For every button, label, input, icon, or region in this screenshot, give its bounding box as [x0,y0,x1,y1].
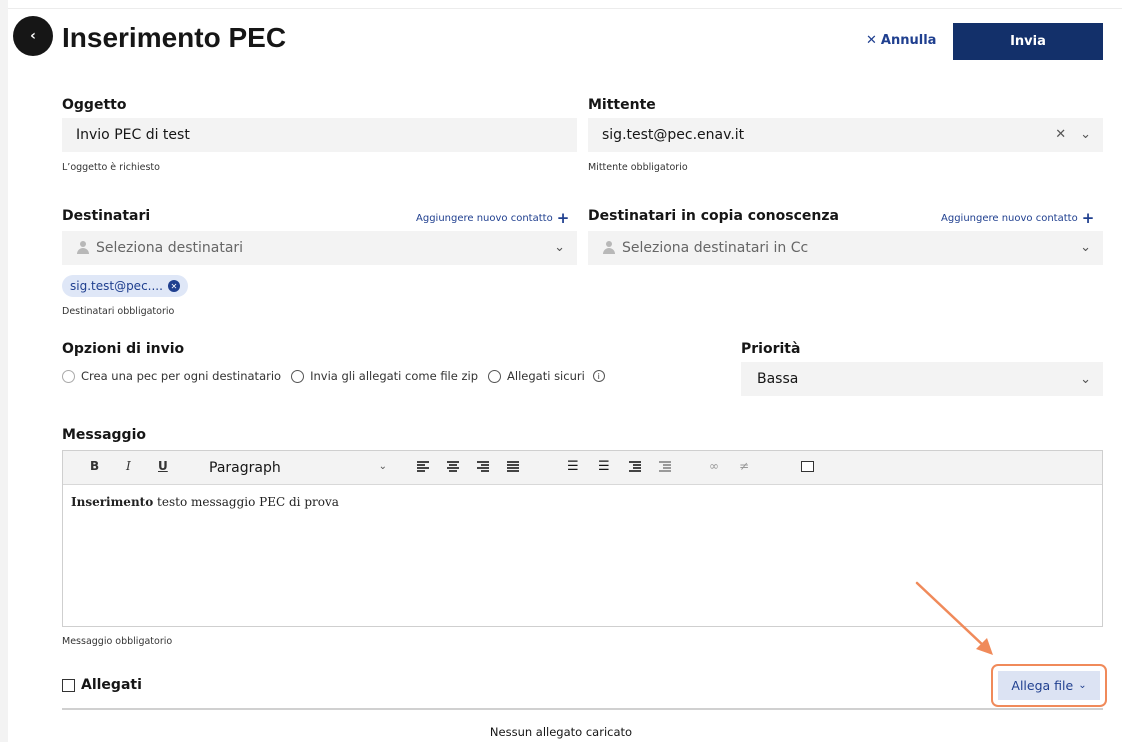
no-attachments-text: Nessun allegato caricato [489,725,633,739]
indent-icon[interactable] [629,461,641,472]
priorita-value: Bassa [757,371,799,387]
attach-file-button[interactable]: Allega file ⌄ [998,671,1100,700]
close-icon: ✕ [866,33,877,48]
numbered-list-icon[interactable]: ☰ [598,459,610,474]
clear-icon[interactable]: ✕ [1055,127,1066,142]
info-icon[interactable]: i [592,370,605,382]
underline-button[interactable]: U [158,459,168,473]
chevron-down-icon: ⌄ [1080,127,1091,142]
italic-button[interactable]: I [126,459,131,473]
option-label: Crea una pec per ogni destinatario [81,369,282,383]
user-icon [602,241,616,255]
destinatari-label: Destinatari [62,208,151,224]
allegati-checkbox[interactable] [62,678,75,692]
outdent-icon[interactable] [659,461,671,472]
option-label: Allegati sicuri [507,369,585,383]
annotation-arrow [915,581,993,655]
messaggio-label: Messaggio [62,427,146,443]
bullet-list-icon[interactable]: ☰ [567,459,579,474]
chevron-down-icon: ⌄ [1078,680,1087,691]
content-text: testo messaggio PEC di prova [153,495,339,509]
add-contact-cc-link[interactable]: Aggiungere nuovo contatto + [941,209,1094,227]
priorita-label: Priorità [741,341,801,357]
allegati-toggle[interactable]: Allegati [62,677,142,693]
option-zip-attachments[interactable]: Invia gli allegati come file zip [291,369,478,383]
oggetto-input[interactable]: Invio PEC di test [62,118,577,152]
destinatari-cc-select[interactable]: Seleziona destinatari in Cc ⌄ [588,231,1103,265]
destinatari-cc-label: Destinatari in copia conoscenza [588,208,839,224]
option-pec-per-recipient[interactable]: Crea una pec per ogni destinatario [62,369,281,383]
allegati-label: Allegati [81,677,142,693]
destinatari-placeholder: Seleziona destinatari [96,240,244,256]
align-right-icon[interactable] [477,461,489,472]
add-contact-cc-label: Aggiungere nuovo contatto [941,212,1078,224]
option-label: Invia gli allegati come file zip [310,369,479,383]
format-value: Paragraph [209,460,281,476]
user-icon [76,241,90,255]
align-justify-icon[interactable] [507,461,519,472]
cancel-button[interactable]: ✕ Annulla [866,33,936,48]
image-icon[interactable] [801,461,814,472]
top-divider [8,8,1122,9]
editor-toolbar: B I U Paragraph ⌄ ☰ ☰ ∞ ≠ [63,451,1102,485]
mittente-value: sig.test@pec.enav.it [602,127,745,143]
attach-file-label: Allega file [1011,678,1074,693]
editor-content[interactable]: Inserimento testo messaggio PEC di prova [63,485,1102,519]
cancel-label: Annulla [880,33,937,48]
oggetto-label: Oggetto [62,97,127,113]
destinatari-select[interactable]: Seleziona destinatari ⌄ [62,231,577,265]
destinatari-cc-placeholder: Seleziona destinatari in Cc [622,240,809,256]
chevron-down-icon: ⌄ [378,461,387,472]
option-secure-attachments[interactable]: Allegati sicuri i [488,369,605,383]
radio-button[interactable] [291,369,305,383]
format-select[interactable]: Paragraph ⌄ [203,451,393,485]
mittente-help: Mittente obbligatorio [588,162,688,173]
content-bold-text: Inserimento [71,495,154,509]
opzioni-label: Opzioni di invio [62,341,185,357]
back-button[interactable]: ‹ [13,16,53,56]
plus-icon: + [1081,209,1095,227]
chevron-left-icon: ‹ [30,28,36,44]
oggetto-help: L’oggetto è richiesto [62,162,160,173]
add-contact-label: Aggiungere nuovo contatto [416,212,553,224]
bold-button[interactable]: B [90,459,99,473]
messaggio-help: Messaggio obbligatorio [62,636,173,647]
radio-button[interactable] [488,369,502,383]
align-center-icon[interactable] [447,461,459,472]
radio-button[interactable] [62,369,75,383]
priorita-select[interactable]: Bassa ⌄ [741,362,1103,396]
recipient-chip-label: sig.test@pec.... [70,279,163,293]
oggetto-value: Invio PEC di test [76,127,190,143]
page-title: Inserimento PEC [62,22,287,53]
mittente-label: Mittente [588,97,656,113]
add-contact-link[interactable]: Aggiungere nuovo contatto + [416,209,569,227]
remove-chip-icon[interactable]: ✕ [167,280,180,292]
attach-highlight: Allega file ⌄ [991,664,1107,707]
left-edge [0,0,8,742]
chevron-down-icon: ⌄ [1080,372,1091,387]
mittente-select[interactable]: sig.test@pec.enav.it ✕ ⌄ [588,118,1103,152]
plus-icon: + [556,209,570,227]
chevron-down-icon: ⌄ [1080,240,1091,255]
link-icon[interactable]: ∞ [709,459,721,473]
send-options: Crea una pec per ogni destinatario Invia… [62,369,615,383]
unlink-icon[interactable]: ≠ [739,459,751,473]
recipient-chip: sig.test@pec.... ✕ [62,275,188,297]
chevron-down-icon: ⌄ [554,240,565,255]
align-left-icon[interactable] [417,461,429,472]
destinatari-help: Destinatari obbligatorio [62,306,175,317]
attachments-divider [62,708,1103,710]
send-button[interactable]: Invia [953,23,1103,60]
